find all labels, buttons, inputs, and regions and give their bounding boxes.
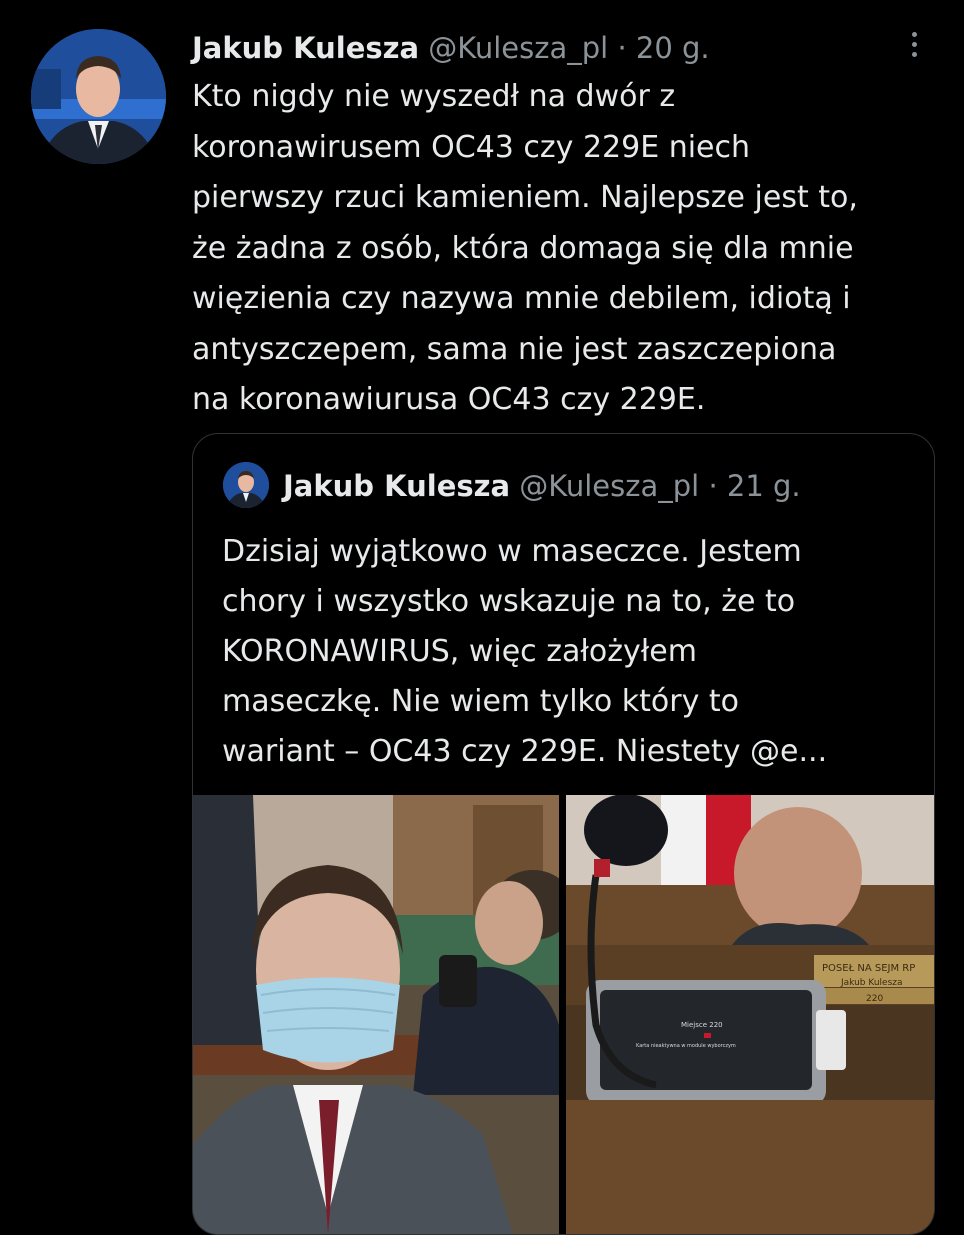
- screen-seat-label: Miejsce 220: [681, 1021, 723, 1029]
- photo-selfie-in-mask[interactable]: [193, 795, 559, 1234]
- quoted-text-line: KORONAWIRUS, więc założyłem: [222, 634, 697, 669]
- author-avatar[interactable]: [31, 29, 166, 164]
- quoted-tweet-card[interactable]: Jakub Kulesza @Kulesza_pl · 21 g. Dzisia…: [192, 433, 935, 1235]
- author-handle[interactable]: @Kulesza_pl: [428, 31, 608, 65]
- tweet-text-line: że żadna z osób, która domaga się dla mn…: [192, 230, 854, 266]
- quoted-tweet-text: Dzisiaj wyjątkowo w maseczce. Jestem cho…: [222, 527, 922, 777]
- quoted-text-line: wariant – OC43 czy 229E. Niestety @e...: [222, 734, 828, 769]
- nameplate-name: Jakub Kulesza: [840, 978, 903, 988]
- tweet-text-line: na koronawiurusa OC43 czy 229E.: [192, 382, 706, 417]
- quoted-author-handle[interactable]: @Kulesza_pl: [519, 469, 699, 503]
- nameplate-number: 220: [866, 994, 883, 1004]
- photo-sejm-desk[interactable]: POSEŁ NA SEJM RP Jakub Kulesza 220 Miejs…: [566, 795, 934, 1234]
- separator-dot: ·: [617, 31, 627, 65]
- quoted-text-line: maseczkę. Nie wiem tylko który to: [222, 684, 739, 719]
- quoted-author-display-name[interactable]: Jakub Kulesza: [283, 469, 510, 503]
- tweet-text-line: Kto nigdy nie wyszedł na dwór z: [192, 79, 676, 114]
- quoted-tweet-header: Jakub Kulesza @Kulesza_pl · 21 g.: [283, 466, 801, 506]
- tweet-header: Jakub Kulesza @Kulesza_pl · 20 g.: [192, 28, 710, 68]
- more-vertical-icon: [911, 31, 917, 37]
- quoted-tweet-timestamp[interactable]: 21 g.: [727, 469, 801, 503]
- screen-status-label: Karta nieaktywna w module wyborczym: [636, 1043, 736, 1049]
- quoted-text-line: Dzisiaj wyjątkowo w maseczce. Jestem: [222, 534, 802, 569]
- quoted-text-line: chory i wszystko wskazuje na to, że to: [222, 584, 796, 619]
- tweet-text-line: więzienia czy nazywa mnie debilem, idiot…: [192, 281, 851, 316]
- tweet-timestamp[interactable]: 20 g.: [636, 31, 710, 65]
- tweet[interactable]: Jakub Kulesza @Kulesza_pl · 20 g. Kto ni…: [0, 0, 964, 1235]
- tweet-text: Kto nigdy nie wyszedł na dwór z koronawi…: [192, 72, 942, 426]
- quoted-author-avatar[interactable]: [223, 462, 269, 508]
- quoted-tweet-media: POSEŁ NA SEJM RP Jakub Kulesza 220 Miejs…: [193, 795, 934, 1234]
- nameplate-title: POSEŁ NA SEJM RP: [822, 963, 915, 974]
- more-options-button[interactable]: [898, 26, 930, 62]
- tweet-text-line: antyszczepem, sama nie jest zaszczepiona: [192, 331, 837, 367]
- author-display-name[interactable]: Jakub Kulesza: [192, 31, 419, 65]
- separator-dot: ·: [708, 469, 718, 503]
- tweet-text-line: pierwszy rzuci kamieniem. Najlepsze jest…: [192, 180, 858, 215]
- tweet-text-line: koronawirusem OC43 czy 229E niech: [192, 129, 751, 165]
